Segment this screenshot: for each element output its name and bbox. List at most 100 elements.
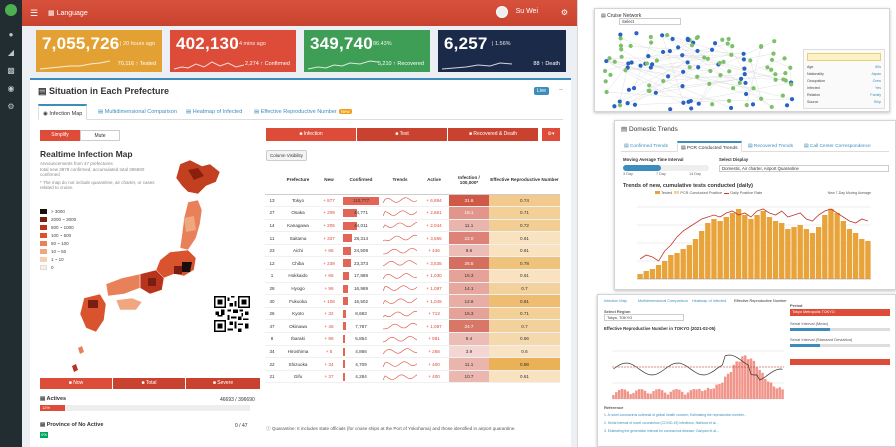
confirmed-cell: 24,508 xyxy=(341,244,381,258)
confirmed-bar xyxy=(343,297,349,306)
kpi-death: 6,257 | 1.56% 88 ↑ Death xyxy=(438,30,566,72)
ern-reference-item[interactable]: 2. Serial interval of novel coronavirus … xyxy=(604,421,718,425)
cruise-network-graph[interactable] xyxy=(599,29,795,112)
tab-confirmed-trends[interactable]: ▤ Confirmed Trends xyxy=(621,141,671,152)
tab-recovered-trends[interactable]: ▤ Recovered Trends xyxy=(745,141,796,152)
confirmed-cell: 44,011 xyxy=(341,219,381,233)
ern-slider-sd[interactable] xyxy=(790,344,890,347)
table-row[interactable]: 34 Hiroshima + 5 4,866 + 268 3.9 0.6 xyxy=(265,345,560,359)
col-trends[interactable]: Trends xyxy=(381,166,419,195)
network-edge xyxy=(620,45,744,55)
ern-tab-ern[interactable]: Effective Reproductive Number xyxy=(734,299,786,303)
github-icon[interactable]: ◉ xyxy=(0,84,22,93)
network-icon[interactable]: ◢ xyxy=(0,48,22,57)
col-new[interactable]: New xyxy=(317,166,341,195)
table-row[interactable]: 26 Kyoto + 32 8,683 + 713 15.3 0.71 xyxy=(265,307,560,321)
table-row[interactable]: 14 Kanagawa + 206 44,011 + 2,044 11.1 0.72 xyxy=(265,219,560,233)
ern-cell: 0.61 xyxy=(489,269,560,283)
trends-title-text: Domestic Trends xyxy=(628,126,678,133)
ern-tab-infection-map[interactable]: Infection Map xyxy=(604,299,627,303)
legend-label: PCR Conducted Positive xyxy=(680,191,723,195)
table-row[interactable]: 8 Ibaraki + 96 5,854 + 581 9.4 0.66 xyxy=(265,332,560,346)
table-row[interactable]: 23 Aichi + 65 24,508 + 446 9.6 0.61 xyxy=(265,244,560,258)
col-ern[interactable]: Effective Reproductive Number xyxy=(489,166,560,195)
network-edge xyxy=(609,57,705,59)
trend-sparkline xyxy=(383,197,417,204)
col-active[interactable]: Active xyxy=(419,166,449,195)
kpi-footer: 70,116 ↑ Tested xyxy=(117,61,156,67)
table-row[interactable]: 1 Hokkaido + 65 17,888 + 1,030 15.3 0.61 xyxy=(265,269,560,283)
table-row[interactable]: 22 Shizuoka + 34 4,709 + 400 11.1 0.88 xyxy=(265,357,560,371)
table-row[interactable]: 40 Fukuoka + 106 16,502 + 1,045 12.6 0.81 xyxy=(265,294,560,308)
collapse-button[interactable]: – xyxy=(559,86,563,93)
tab-multidimensional[interactable]: ▤ Multidimensional Comparison xyxy=(94,104,181,120)
active-cell: + 6,894 xyxy=(419,194,449,208)
ern-bar xyxy=(721,382,724,399)
network-node xyxy=(623,68,628,73)
ern-apply-button[interactable] xyxy=(790,359,890,365)
ern-reference-item[interactable]: 1. A novel coronavirus outbreak of globa… xyxy=(604,413,747,417)
avatar[interactable] xyxy=(496,6,508,18)
menu-toggle-icon[interactable]: ☰ xyxy=(30,8,38,19)
total-tab[interactable]: ■ Total xyxy=(113,378,185,389)
user-name[interactable]: Su Wei xyxy=(516,8,538,15)
table-row[interactable]: 12 Chiba + 239 23,373 + 3,535 26.5 0.78 xyxy=(265,256,560,271)
infection-rate-cell: 15.3 xyxy=(449,269,489,283)
tab-call-center[interactable]: ▤ Call Center Correspondence xyxy=(801,141,874,152)
col-prefecture[interactable]: Prefecture xyxy=(279,166,317,195)
col-infection-rate[interactable]: Infection / 100,000* xyxy=(449,166,489,195)
column-visibility-button[interactable]: Column Visibility xyxy=(266,150,307,161)
ern-bar xyxy=(681,391,684,399)
no-active-chip: 0% xyxy=(40,432,48,438)
ern-period-select[interactable]: Tokyo Metropolis TOKYO xyxy=(790,309,890,316)
table-row[interactable]: 13 Tokyo + 877 110,777 + 6,894 31.6 0.74 xyxy=(265,194,560,208)
table-row[interactable]: 27 Osaka + 209 44,771 + 2,861 18.1 0.71 xyxy=(265,206,560,220)
kpi-footer: 5,210 ↑ Recovered xyxy=(377,61,424,67)
trend-bar xyxy=(698,231,705,279)
ern-tab-multidimensional[interactable]: Multidimensional Comparison xyxy=(638,299,688,303)
ern-select[interactable]: Tokyo, TOKYO xyxy=(604,314,684,321)
display-select[interactable]: Domestic, Air charter, Airport Quarantin… xyxy=(719,165,889,172)
ern-tab-heatmap[interactable]: Heatmap of Infected xyxy=(692,299,726,303)
network-node xyxy=(727,69,732,74)
recovered-death-tab[interactable]: ■ Recovered & Death xyxy=(448,128,538,141)
infection-rate-cell: 26.5 xyxy=(449,256,489,271)
ern-slider-mean[interactable] xyxy=(790,328,890,331)
settings-icon[interactable]: ⚙ xyxy=(0,102,22,111)
mute-toggle[interactable]: Mute xyxy=(80,130,120,141)
table-row[interactable]: 47 Okinawa + 45 7,787 + 1,087 24.7 0.7 xyxy=(265,319,560,334)
now-tab[interactable]: ■ Now xyxy=(40,378,112,389)
trends-chart[interactable] xyxy=(623,199,889,289)
dashboard-icon[interactable]: ● xyxy=(0,30,22,39)
japan-map[interactable] xyxy=(70,158,230,378)
ern-bar xyxy=(729,371,733,399)
tab-pcr-trends[interactable]: ▤ PCR Conducted Trends xyxy=(677,141,742,152)
col-rank[interactable] xyxy=(265,166,279,195)
test-tab[interactable]: ■ Test xyxy=(357,128,447,141)
language-selector[interactable]: ▦ Language xyxy=(48,9,88,17)
table-row[interactable]: 11 Saitama + 337 28,314 + 3,565 22.0 0.61 xyxy=(265,231,560,245)
chart-icon[interactable]: ▩ xyxy=(0,66,22,75)
table-row[interactable]: 28 Hyogo + 96 16,989 + 1,087 14.1 0.7 xyxy=(265,282,560,296)
simplify-toggle[interactable]: Simplify xyxy=(40,130,80,141)
table-row[interactable]: 21 Gifu + 37 4,284 + 400 10.7 0.61 xyxy=(265,370,560,384)
ern-reference-item[interactable]: 3. Estimating the generation interval fo… xyxy=(604,429,719,433)
prefecture-cell: Saitama xyxy=(279,231,317,245)
ern-chart[interactable] xyxy=(604,333,790,409)
trend-cell xyxy=(381,319,419,334)
network-node xyxy=(617,103,623,108)
tab-heatmap[interactable]: ▤ Heatmap of Infected xyxy=(182,104,246,120)
infection-tab[interactable]: ■ Infection xyxy=(266,128,356,141)
kpi-footer: 88 ↑ Death xyxy=(533,61,560,67)
col-confirmed[interactable]: Confirmed xyxy=(341,166,381,195)
tab-infection-map[interactable]: ◉ Infection Map xyxy=(38,104,88,120)
trends-legend: Tested PCR Conducted Positive Daily Posi… xyxy=(655,191,762,195)
gear-icon[interactable]: ⚙ xyxy=(561,8,568,17)
ma-slider[interactable] xyxy=(623,165,709,171)
legend-label: 1 ~ 10 xyxy=(51,257,64,262)
ma-slider-fill xyxy=(623,165,661,171)
tab-effective-reproductive[interactable]: ▤ Effective Reproductive Number New xyxy=(250,104,356,120)
severe-tab[interactable]: ■ Severe xyxy=(186,378,260,389)
cruise-select[interactable]: Select xyxy=(619,18,681,25)
settings-dropdown-icon[interactable]: ⚙▾ xyxy=(542,128,560,141)
